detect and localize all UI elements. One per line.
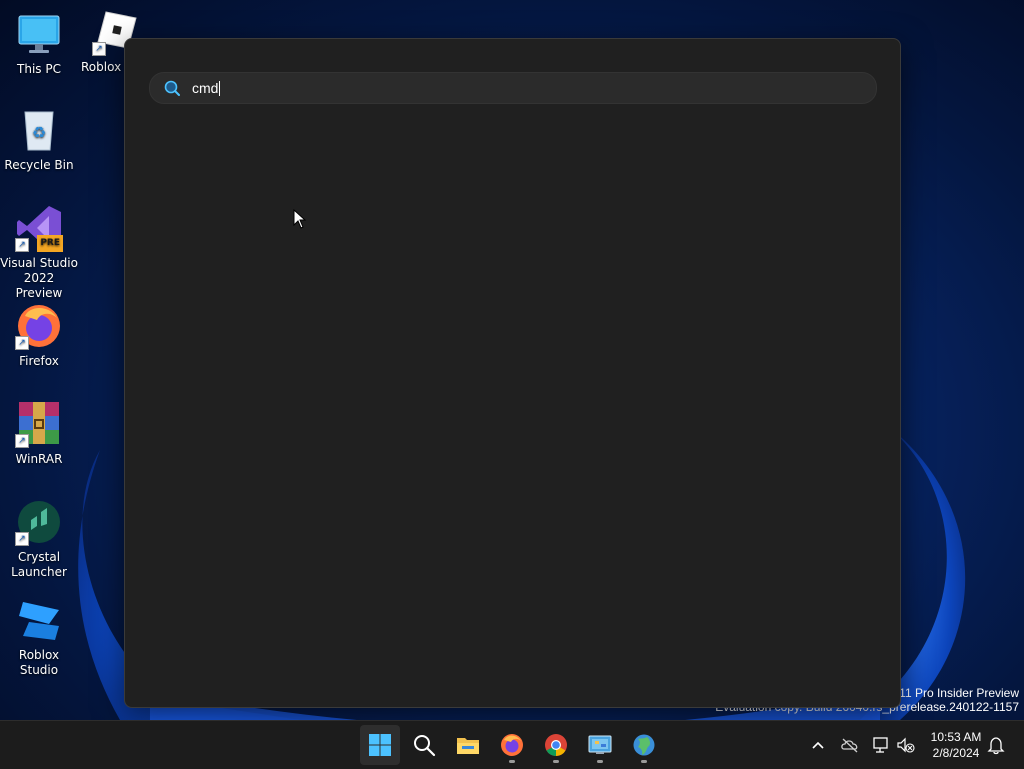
clock-date: 2/8/2024 (932, 746, 980, 760)
desktop-icon-label: Visual Studio 2022 Preview (0, 256, 78, 300)
shortcut-arrow-icon: ↗ (15, 238, 29, 252)
taskbar-network-app[interactable] (624, 725, 664, 765)
monitor-icon (15, 10, 63, 58)
desktop-icon-label: This PC (17, 62, 61, 76)
globe-icon (633, 734, 655, 756)
taskbar-chrome[interactable] (536, 725, 576, 765)
desktop-icon-label: Roblox Studio (18, 648, 60, 677)
search-icon (414, 735, 436, 757)
mouse-cursor-icon (293, 209, 307, 229)
taskbar-start-button[interactable] (360, 725, 400, 765)
taskbar-firefox[interactable] (492, 725, 532, 765)
search-icon (164, 80, 180, 96)
taskbar-search-button[interactable] (404, 725, 444, 765)
desktop-icon-label: Crystal Launcher (11, 550, 67, 579)
chrome-icon (545, 734, 567, 756)
notification-bell-icon[interactable] (986, 735, 1006, 755)
desktop-icon-this-pc[interactable]: This PC (0, 10, 78, 77)
chevron-up-icon[interactable] (808, 735, 828, 755)
folder-icon (457, 738, 479, 754)
desktop-icon-recycle-bin[interactable]: ♻ Recycle Bin (0, 106, 78, 173)
windows-start-icon (369, 734, 391, 756)
network-icon[interactable] (872, 735, 892, 755)
recycle-bin-icon: ♻ (15, 106, 63, 154)
desktop-icon-roblox-studio[interactable]: Roblox Studio (0, 596, 78, 678)
desktop-icon-label: Recycle Bin (4, 158, 74, 172)
onedrive-offline-icon[interactable] (840, 735, 860, 755)
taskbar-file-explorer[interactable] (448, 725, 488, 765)
shortcut-arrow-icon: ↗ (15, 532, 29, 546)
running-indicator (509, 760, 515, 763)
search-panel (124, 38, 901, 708)
shortcut-arrow-icon: ↗ (15, 434, 29, 448)
winrar-icon: ↗ (15, 400, 63, 448)
desktop-icon-label: Firefox (19, 354, 59, 368)
firefox-icon: ↗ (15, 302, 63, 350)
desktop-icon-firefox[interactable]: ↗ Firefox (0, 302, 78, 369)
firefox-icon (501, 734, 523, 756)
shortcut-arrow-icon: ↗ (92, 42, 106, 56)
taskbar: 10:53 AM 2/8/2024 (0, 720, 1024, 769)
desktop-icon-crystal-launcher[interactable]: ↗ Crystal Launcher (0, 498, 78, 580)
shortcut-arrow-icon: ↗ (15, 336, 29, 350)
svg-text:♻: ♻ (32, 123, 46, 142)
desktop-icon-label: WinRAR (15, 452, 63, 466)
text-caret (219, 81, 220, 96)
desktop-icon-winrar[interactable]: ↗ WinRAR (0, 400, 78, 467)
roblox-studio-icon (15, 596, 63, 644)
clock-time: 10:53 AM (930, 730, 982, 744)
running-indicator (597, 760, 603, 763)
control-panel-icon (588, 735, 612, 754)
preview-badge: PRE (37, 235, 63, 252)
volume-muted-icon[interactable] (896, 735, 916, 755)
search-box[interactable] (149, 72, 877, 104)
running-indicator (641, 760, 647, 763)
visual-studio-icon: PRE ↗ (15, 204, 63, 252)
desktop-icon-visual-studio[interactable]: PRE ↗ Visual Studio 2022 Preview (0, 204, 78, 301)
search-input[interactable] (192, 77, 852, 99)
system-clock[interactable]: 10:53 AM 2/8/2024 (926, 729, 986, 761)
taskbar-control-panel[interactable] (580, 725, 620, 765)
crystal-launcher-icon: ↗ (15, 498, 63, 546)
running-indicator (553, 760, 559, 763)
